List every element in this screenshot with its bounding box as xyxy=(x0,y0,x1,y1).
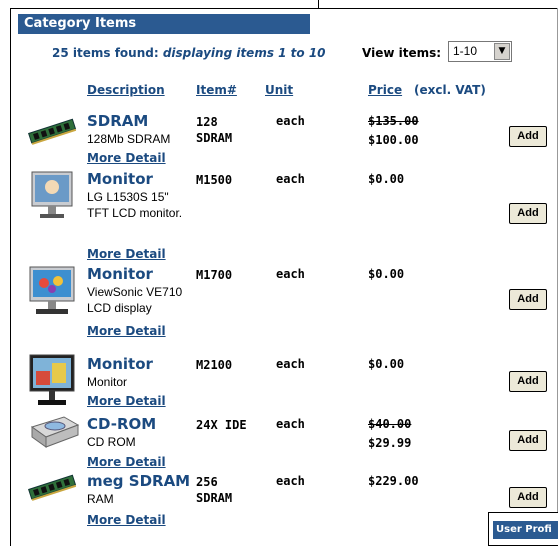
results-count-prefix: 25 items found: xyxy=(52,46,163,60)
results-count: 25 items found: displaying items 1 to 10 xyxy=(52,46,326,60)
product-item-number: 24X IDE xyxy=(196,418,247,432)
user-profile-panel: User Profi xyxy=(488,512,558,546)
add-button[interactable]: Add xyxy=(509,430,547,451)
more-detail-link[interactable]: More Detail xyxy=(87,247,166,261)
view-items-label: View items: xyxy=(362,46,442,60)
view-items-value: 1-10 xyxy=(453,44,478,58)
current-price: $0.00 xyxy=(368,267,405,281)
add-button[interactable]: Add xyxy=(509,289,547,310)
product-description: ViewSonic VE710 LCD display xyxy=(87,284,182,316)
frame-divider xyxy=(318,0,319,8)
product-price: $0.00 xyxy=(368,170,404,189)
product-price: $40.00 $29.99 xyxy=(368,415,411,453)
add-button[interactable]: Add xyxy=(509,126,547,147)
product-price: $0.00 xyxy=(368,355,404,374)
product-item-number: M1500 xyxy=(196,173,233,187)
add-button[interactable]: Add xyxy=(509,487,547,508)
column-header-unit[interactable]: Unit xyxy=(265,83,293,97)
product-item-number: M1700 xyxy=(196,268,233,282)
add-button[interactable]: Add xyxy=(509,371,547,392)
product-price: $135.00 $100.00 xyxy=(368,112,419,150)
description-line-1: LG L1530S 15" xyxy=(87,190,169,204)
product-item-number: 256 SDRAM xyxy=(196,474,232,506)
more-detail-link[interactable]: More Detail xyxy=(87,394,166,408)
cd-rom-drive-icon xyxy=(30,416,80,448)
product-description: LG L1530S 15" TFT LCD monitor. xyxy=(87,189,182,221)
lcd-monitor-icon xyxy=(29,354,75,405)
product-unit: each xyxy=(276,474,305,488)
lcd-monitor-icon xyxy=(31,171,73,218)
product-unit: each xyxy=(276,417,305,431)
product-unit: each xyxy=(276,267,305,281)
product-description: 128Mb SDRAM xyxy=(87,132,171,146)
product-title[interactable]: SDRAM xyxy=(87,112,148,130)
user-profile-header: User Profi xyxy=(493,521,558,539)
lcd-monitor-icon xyxy=(29,266,75,314)
results-range: displaying items 1 to 10 xyxy=(162,46,326,60)
item-number-line-1: 256 xyxy=(196,475,218,489)
item-number-line-2: SDRAM xyxy=(196,491,233,505)
category-items-header: Category Items xyxy=(18,14,310,34)
current-price: $0.00 xyxy=(368,357,405,371)
ram-module-icon xyxy=(28,474,77,501)
product-price: $0.00 xyxy=(368,265,404,284)
old-price: $135.00 xyxy=(368,114,419,128)
more-detail-link[interactable]: More Detail xyxy=(87,455,166,469)
column-header-price-note: (excl. VAT) xyxy=(414,83,486,97)
column-header-description[interactable]: Description xyxy=(87,83,165,97)
product-unit: each xyxy=(276,357,305,371)
more-detail-link[interactable]: More Detail xyxy=(87,151,166,165)
old-price: $40.00 xyxy=(368,417,412,431)
product-title[interactable]: meg SDRAM xyxy=(87,472,190,490)
more-detail-link[interactable]: More Detail xyxy=(87,513,166,527)
description-line-2: TFT LCD monitor. xyxy=(87,206,183,220)
product-description: Monitor xyxy=(87,375,128,389)
product-title[interactable]: Monitor xyxy=(87,170,153,188)
current-price: $0.00 xyxy=(368,172,405,186)
chevron-down-icon[interactable]: ▼ xyxy=(494,43,510,60)
product-description: CD ROM xyxy=(87,435,136,449)
more-detail-link[interactable]: More Detail xyxy=(87,324,166,338)
product-item-number: 128 SDRAM xyxy=(196,114,232,146)
description-line-1: ViewSonic VE710 xyxy=(87,285,183,299)
column-header-price[interactable]: Price xyxy=(368,83,402,97)
product-title[interactable]: Monitor xyxy=(87,265,153,283)
description-line-2: LCD display xyxy=(87,301,152,315)
view-items-select[interactable]: 1-10 ▼ xyxy=(448,41,512,62)
product-unit: each xyxy=(276,114,305,128)
item-number-line-2: SDRAM xyxy=(196,131,233,145)
add-button[interactable]: Add xyxy=(509,203,547,224)
frame-top-border xyxy=(10,0,558,9)
current-price: $29.99 xyxy=(368,436,412,450)
product-title[interactable]: CD-ROM xyxy=(87,415,156,433)
product-price: $229.00 xyxy=(368,472,419,491)
product-item-number: M2100 xyxy=(196,358,233,372)
frame-left-border xyxy=(10,8,11,546)
product-title[interactable]: Monitor xyxy=(87,355,153,373)
product-description: RAM xyxy=(87,492,114,506)
current-price: $100.00 xyxy=(368,133,419,147)
ram-module-icon xyxy=(28,118,77,145)
product-unit: each xyxy=(276,172,305,186)
column-header-item[interactable]: Item# xyxy=(196,83,237,97)
item-number-line-1: 128 xyxy=(196,115,218,129)
current-price: $229.00 xyxy=(368,474,419,488)
